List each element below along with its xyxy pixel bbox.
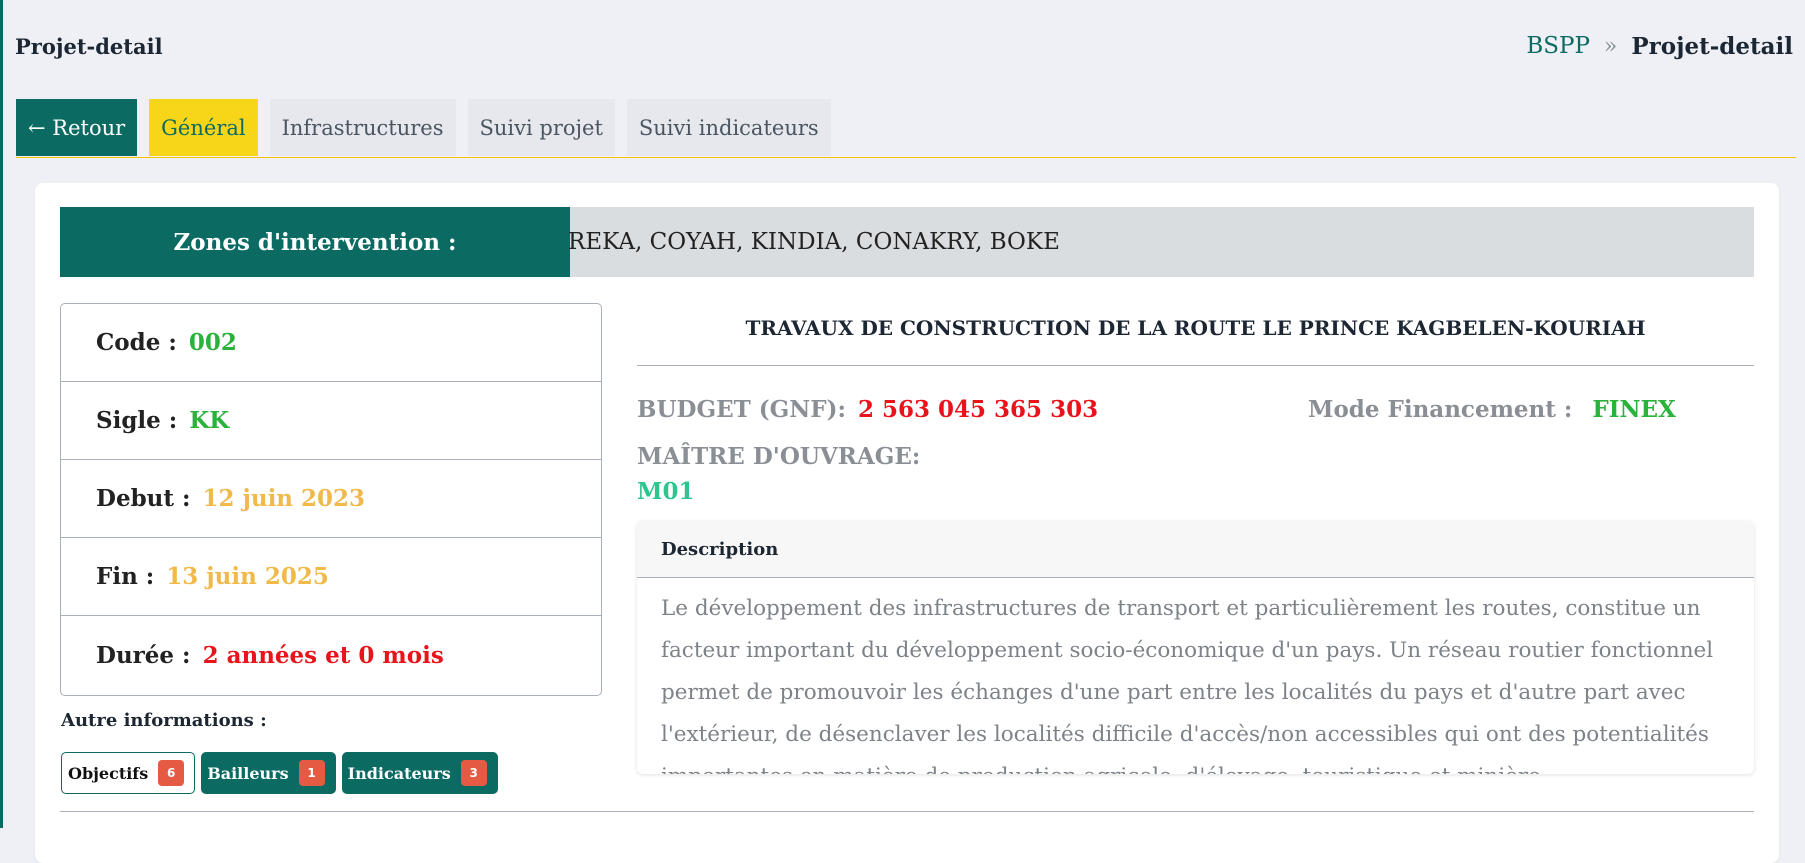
back-button[interactable]: ← Retour [16,99,138,156]
bailleurs-label: Bailleurs [207,763,289,783]
tab-general[interactable]: Général [149,99,258,156]
project-info-box: Code : 002 Sigle : KK Debut : 12 juin 20… [60,303,602,696]
maitre-ouvrage-value: M01 [637,478,695,505]
breadcrumb-root-link[interactable]: BSPP [1526,33,1590,59]
bailleurs-button[interactable]: Bailleurs 1 [201,752,336,794]
debut-label: Debut : [96,485,191,512]
info-row-fin: Fin : 13 juin 2025 [61,538,601,616]
info-row-duree: Durée : 2 années et 0 mois [61,616,601,694]
description-text: Le développement des infrastructures de … [661,596,1714,774]
mode-financement-value: FINEX [1592,396,1676,423]
page-title: Projet-detail [15,33,163,59]
duree-value: 2 années et 0 mois [202,641,444,669]
objectifs-button[interactable]: Objectifs 6 [61,752,196,794]
sigle-label: Sigle : [96,407,178,434]
project-title: TRAVAUX DE CONSTRUCTION DE LA ROUTE LE P… [745,316,1646,340]
code-value: 002 [188,329,237,356]
mode-financement-row: Mode Financement : FINEX [1308,396,1676,423]
top-bar: Projet-detail BSPP » Projet-detail [15,28,1793,64]
breadcrumb-chevron-icon: » [1603,33,1618,59]
info-row-debut: Debut : 12 juin 2023 [61,460,601,538]
tab-bar: ← Retour Général Infrastructures Suivi p… [16,99,831,156]
budget-value: 2 563 045 365 303 [858,396,1099,423]
sigle-value: KK [189,407,230,434]
debut-value: 12 juin 2023 [202,485,366,512]
tab-suivi-indicateurs[interactable]: Suivi indicateurs [626,99,831,156]
budget-label: BUDGET (GNF): [637,396,846,423]
indicateurs-button[interactable]: Indicateurs 3 [341,752,498,794]
other-info-buttons: Objectifs 6 Bailleurs 1 Indicateurs 3 [61,752,498,794]
bailleurs-count-badge: 1 [298,760,325,786]
code-label: Code : [96,329,177,356]
objectifs-count-badge: 6 [158,760,185,786]
info-row-code: Code : 002 [61,304,601,382]
mode-financement-label: Mode Financement : [1308,396,1573,423]
info-row-sigle: Sigle : KK [61,382,601,460]
indicateurs-count-badge: 3 [460,760,487,786]
fin-value: 13 juin 2025 [166,563,329,590]
other-info-title: Autre informations : [61,710,267,731]
tab-underline [16,157,1796,158]
zones-value: REKA, COYAH, KINDIA, CONAKRY, BOKE [568,229,1060,255]
objectifs-label: Objectifs [68,763,149,783]
description-panel: Description Le développement des infrast… [637,521,1754,774]
title-divider [637,365,1754,366]
budget-row: BUDGET (GNF): 2 563 045 365 303 [637,396,1098,423]
tab-suivi-projet[interactable]: Suivi projet [467,99,615,156]
bottom-divider [60,811,1754,812]
indicateurs-label: Indicateurs [347,763,451,783]
tab-infrastructures[interactable]: Infrastructures [269,99,456,156]
zones-label: Zones d'intervention : [60,207,570,277]
description-heading: Description [637,521,1754,578]
fin-label: Fin : [96,563,155,590]
zones-bar: Zones d'intervention : REKA, COYAH, KIND… [60,207,1754,277]
breadcrumb-current: Projet-detail [1631,32,1793,60]
breadcrumb: BSPP » Projet-detail [1526,33,1793,60]
maitre-ouvrage-label: MAÎTRE D'OUVRAGE: [637,443,921,470]
duree-label: Durée : [96,641,191,669]
project-card: Zones d'intervention : REKA, COYAH, KIND… [35,183,1779,863]
